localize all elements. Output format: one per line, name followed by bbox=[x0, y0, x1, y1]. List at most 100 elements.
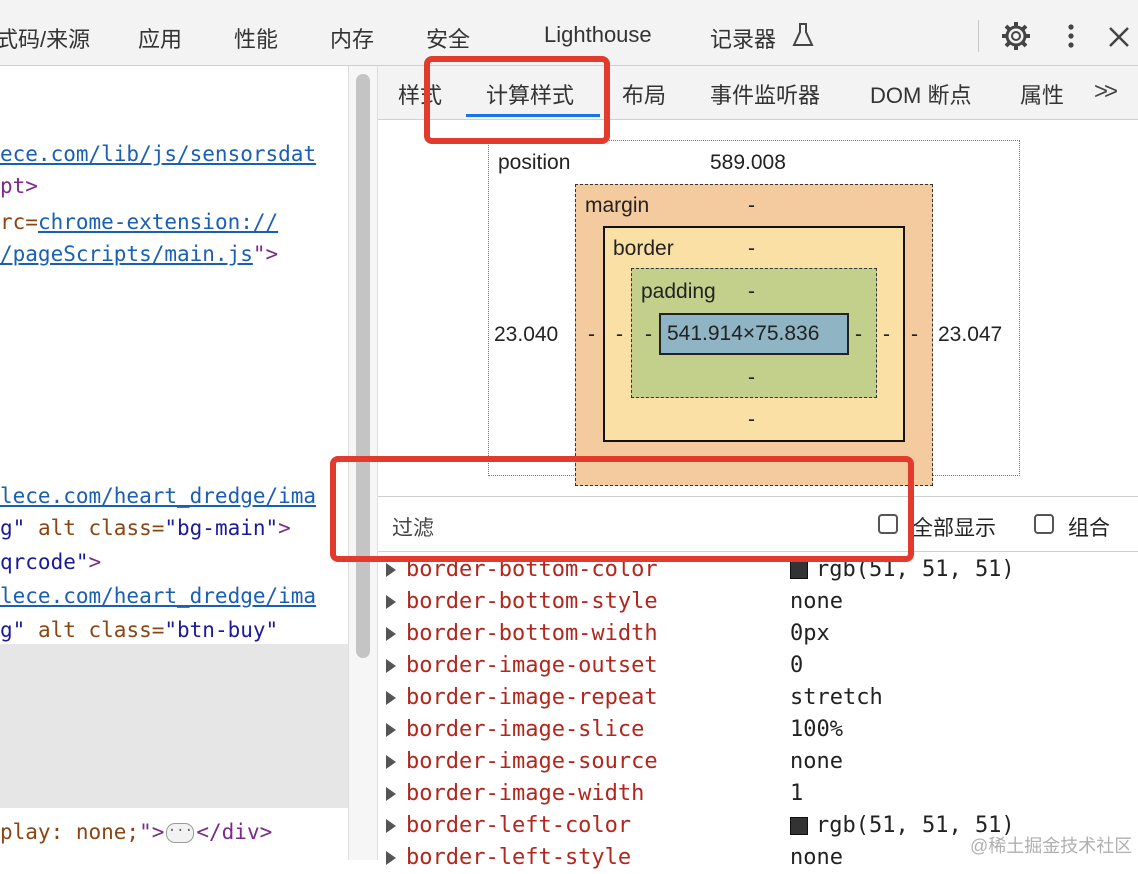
tab-dom-breakpoints[interactable]: DOM 断点 bbox=[870, 78, 971, 110]
close-icon[interactable] bbox=[1104, 22, 1134, 52]
property-name: border-left-style bbox=[406, 845, 632, 870]
expand-triangle-icon[interactable] bbox=[386, 595, 396, 609]
expand-triangle-icon[interactable] bbox=[386, 691, 396, 705]
computed-property-row[interactable]: border-image-source bbox=[386, 746, 658, 778]
tab-recorder[interactable]: 记录器 bbox=[710, 22, 776, 54]
code-attr: play: none; bbox=[0, 820, 140, 844]
property-name: border-bottom-style bbox=[406, 589, 658, 614]
property-value: none bbox=[790, 845, 843, 870]
code-value: "bg-main" bbox=[164, 516, 279, 540]
code-tag: > bbox=[278, 516, 291, 540]
tab-memory[interactable]: 内存 bbox=[330, 22, 374, 54]
padding-bottom-value[interactable]: - bbox=[748, 366, 755, 390]
script-src-link[interactable]: ece.com/lib/js/sensorsdat bbox=[0, 142, 316, 166]
computed-property-row[interactable]: border-image-width bbox=[386, 778, 644, 810]
property-name: border-image-repeat bbox=[406, 685, 658, 710]
page-script-link[interactable]: /pageScripts/main.js bbox=[0, 242, 253, 266]
ellipsis-expand-icon[interactable]: ··· bbox=[166, 823, 195, 843]
extension-link[interactable]: chrome-extension:// bbox=[38, 210, 278, 234]
gear-icon[interactable] bbox=[1000, 20, 1032, 52]
property-value: 0 bbox=[790, 653, 804, 678]
code-line[interactable]: g" alt class="btn-buy" bbox=[0, 616, 278, 644]
code-line[interactable]: /pageScripts/main.js"> bbox=[0, 240, 278, 268]
expand-triangle-icon[interactable] bbox=[386, 851, 396, 865]
property-value: 0px bbox=[790, 621, 830, 646]
expand-triangle-icon[interactable] bbox=[386, 723, 396, 737]
code-value: "btn-buy" bbox=[164, 618, 279, 642]
tab-layout[interactable]: 布局 bbox=[622, 78, 666, 110]
border-right-value[interactable]: - bbox=[883, 323, 890, 347]
annotation-highlight-computed-tab bbox=[424, 56, 610, 144]
property-value: 100% bbox=[790, 717, 843, 742]
code-tag: > bbox=[88, 550, 102, 574]
code-line[interactable]: pt> bbox=[0, 172, 38, 200]
group-checkbox[interactable] bbox=[1034, 514, 1054, 534]
code-tag: "> bbox=[139, 820, 165, 844]
expand-triangle-icon[interactable] bbox=[386, 787, 396, 801]
annotation-highlight-filter-bar bbox=[330, 456, 914, 562]
more-tabs-icon[interactable]: >> bbox=[1094, 78, 1118, 106]
elements-source-pane[interactable]: ece.com/lib/js/sensorsdat pt> rc=chrome-… bbox=[0, 66, 348, 860]
code-value: g" bbox=[0, 618, 26, 642]
property-name: border-image-slice bbox=[406, 717, 645, 742]
margin-value[interactable]: - bbox=[748, 194, 755, 218]
code-line[interactable]: qrcode"> bbox=[0, 548, 101, 576]
position-value[interactable]: 589.008 bbox=[710, 151, 786, 175]
expand-triangle-icon[interactable] bbox=[386, 755, 396, 769]
computed-property-row[interactable]: border-left-style bbox=[386, 842, 631, 874]
property-name: border-left-color bbox=[406, 813, 632, 838]
color-swatch[interactable] bbox=[790, 817, 808, 835]
content-size[interactable]: 541.914×75.836 bbox=[667, 322, 819, 346]
padding-value[interactable]: - bbox=[748, 280, 755, 304]
code-attr: alt class= bbox=[25, 618, 165, 642]
code-tag: </div> bbox=[196, 820, 273, 844]
code-line[interactable]: rc=chrome-extension:// bbox=[0, 208, 278, 236]
code-line[interactable]: play: none;"> ··· </div> bbox=[0, 818, 272, 846]
position-label: position bbox=[498, 151, 571, 174]
code-attr: rc= bbox=[0, 210, 38, 234]
tab-sources[interactable]: 式码/来源 bbox=[0, 22, 90, 54]
tab-properties[interactable]: 属性 bbox=[1020, 78, 1064, 110]
image-src-link[interactable]: lece.com/heart_dredge/ima bbox=[0, 584, 316, 608]
expand-triangle-icon[interactable] bbox=[386, 563, 396, 577]
code-line[interactable]: g" alt class="bg-main"> bbox=[0, 514, 291, 542]
border-value[interactable]: - bbox=[748, 237, 755, 261]
computed-property-row[interactable]: border-bottom-style bbox=[386, 586, 658, 618]
position-right-value[interactable]: 23.047 bbox=[938, 323, 1002, 347]
padding-right-value[interactable]: - bbox=[855, 323, 862, 347]
property-name: border-bottom-width bbox=[406, 621, 658, 646]
code-line[interactable]: lece.com/heart_dredge/ima bbox=[0, 482, 316, 510]
padding-left-value[interactable]: - bbox=[645, 323, 652, 347]
group-label: 组合 bbox=[1068, 517, 1110, 540]
border-left-value[interactable]: - bbox=[616, 323, 623, 347]
expand-triangle-icon[interactable] bbox=[386, 819, 396, 833]
computed-property-row[interactable]: border-bottom-width bbox=[386, 618, 658, 650]
computed-property-row[interactable]: border-image-outset bbox=[386, 650, 658, 682]
property-value: 1 bbox=[790, 781, 804, 806]
margin-right-value[interactable]: - bbox=[911, 323, 918, 347]
scrollbar-thumb[interactable] bbox=[356, 74, 370, 658]
code-line[interactable]: ece.com/lib/js/sensorsdat bbox=[0, 140, 316, 168]
code-tag: pt> bbox=[0, 174, 38, 198]
tab-application[interactable]: 应用 bbox=[138, 22, 182, 54]
kebab-menu-icon[interactable] bbox=[1060, 20, 1082, 52]
tab-security[interactable]: 安全 bbox=[426, 22, 470, 54]
border-bottom-value[interactable]: - bbox=[748, 408, 755, 432]
watermark: @稀土掘金技术社区 bbox=[970, 836, 1133, 856]
computed-property-row[interactable]: border-left-color bbox=[386, 810, 631, 842]
property-name: border-image-source bbox=[406, 749, 658, 774]
code-line[interactable]: lece.com/heart_dredge/ima bbox=[0, 582, 316, 610]
code-value: g" bbox=[0, 516, 26, 540]
margin-left-value[interactable]: - bbox=[588, 323, 595, 347]
tab-performance[interactable]: 性能 bbox=[234, 22, 278, 54]
image-src-link[interactable]: lece.com/heart_dredge/ima bbox=[0, 484, 316, 508]
expand-triangle-icon[interactable] bbox=[386, 627, 396, 641]
property-value: none bbox=[790, 589, 843, 614]
expand-triangle-icon[interactable] bbox=[386, 659, 396, 673]
position-left-value[interactable]: 23.040 bbox=[494, 323, 558, 347]
computed-property-row[interactable]: border-image-slice bbox=[386, 714, 644, 746]
color-swatch[interactable] bbox=[790, 561, 808, 579]
tab-lighthouse[interactable]: Lighthouse bbox=[544, 22, 652, 48]
computed-property-row[interactable]: border-image-repeat bbox=[386, 682, 658, 714]
tab-event-listeners[interactable]: 事件监听器 bbox=[710, 78, 820, 110]
